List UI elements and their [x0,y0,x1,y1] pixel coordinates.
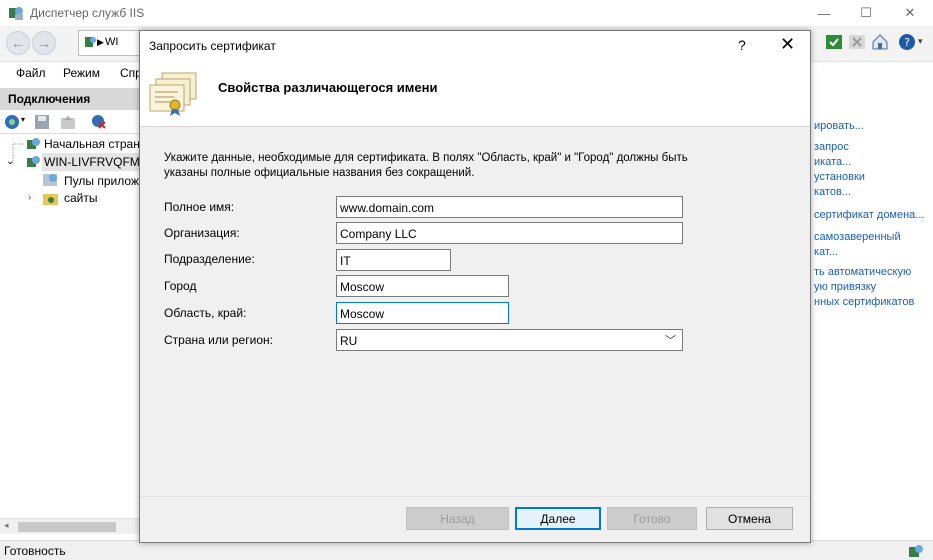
connect-icon[interactable] [4,114,20,130]
window-title: Диспетчер служб IIS [30,6,145,20]
status-server-icon [909,545,923,557]
full-name-label: Полное имя: [164,200,235,214]
menu-view[interactable]: Режим [63,66,100,80]
chevron-right-icon: ▶ [97,37,104,47]
action-link[interactable]: ть автоматическую [814,266,911,278]
dialog-help-button[interactable]: ? [738,37,746,53]
help-dropdown-icon[interactable]: ▾ [918,36,923,47]
collapse-chevron-icon[interactable]: ⌄ [6,156,14,167]
forward-nav-button[interactable]: → [32,31,56,55]
department-label: Подразделение: [164,252,255,266]
iis-app-icon [9,7,23,20]
save-icon[interactable] [34,114,50,130]
back-nav-button[interactable]: ← [6,31,30,55]
cancel-button[interactable]: Отмена [706,507,793,530]
window-close-button[interactable]: ✕ [889,0,931,26]
actions-pane: ировать... запрос иката... установки кат… [810,88,933,534]
connect-dropdown-icon[interactable]: ▾ [21,115,25,124]
scrollbar-thumb[interactable] [18,522,116,532]
city-input[interactable]: Moscow [336,275,509,297]
tree-item-server[interactable]: WIN-LIVFRVQFMK [42,153,140,171]
stop-icon[interactable] [848,33,866,51]
address-text: WI [105,36,119,48]
minimize-button[interactable]: — [803,0,845,26]
home-icon[interactable] [871,33,889,51]
next-button[interactable]: Далее [515,507,601,530]
dialog-titlebar: Запросить сертификат ? ✕ [140,31,810,61]
action-link[interactable]: ую привязку [814,281,876,293]
chevron-down-icon: ﹀ [665,335,676,347]
city-label: Город [164,279,197,293]
arrow-right-icon: → [37,35,51,51]
address-bar[interactable]: ▶ WI [78,30,148,56]
finish-button[interactable]: Готово [607,507,697,530]
server-icon [85,37,96,47]
tree-item-start-page[interactable]: Начальная стран [44,137,140,151]
up-level-icon[interactable] [60,114,76,130]
organization-label: Организация: [164,226,240,240]
full-name-input[interactable]: www.domain.com [336,196,683,218]
maximize-button[interactable]: ☐ [845,0,887,26]
sites-folder-icon [43,194,58,205]
dialog-close-button[interactable]: ✕ [780,34,795,55]
request-certificate-dialog: Запросить сертификат ? ✕ Свойства различ… [139,30,811,543]
action-link[interactable]: иката... [814,156,851,168]
department-input[interactable]: IT [336,249,451,271]
delete-connection-icon[interactable] [91,114,107,130]
refresh-icon[interactable] [825,33,843,51]
server-node-icon [27,156,40,167]
action-link[interactable]: ировать... [814,120,864,132]
connections-toolbar: ▾ [0,110,140,134]
arrow-left-icon: ← [11,35,25,51]
certificate-icon [149,72,197,116]
connections-hscrollbar[interactable]: ◂ [0,518,140,534]
country-label: Страна или регион: [164,333,273,347]
dialog-heading: Свойства различающегося имени [218,80,438,95]
app-pools-icon [43,174,57,186]
dialog-title: Запросить сертификат [149,39,276,53]
action-link[interactable]: нных сертификатов [814,296,914,308]
expand-chevron-icon[interactable]: › [28,192,31,203]
status-bar: Готовность [0,540,933,560]
action-link[interactable]: установки [814,171,865,183]
action-link[interactable]: сертификат домена... [814,209,924,221]
svg-text:?: ? [904,36,910,49]
scroll-left-icon[interactable]: ◂ [4,520,9,531]
status-text: Готовность [4,544,66,558]
action-link[interactable]: самозаверенный [814,231,901,243]
start-page-icon [27,138,40,149]
back-button[interactable]: Назад [406,507,509,530]
connections-header: Подключения [0,88,140,110]
tree-item-sites[interactable]: сайты [64,191,98,205]
organization-input[interactable]: Company LLC [336,222,683,244]
country-select[interactable]: RU ﹀ [336,329,683,351]
dialog-header: Свойства различающегося имени [140,61,810,127]
action-link[interactable]: запрос [814,141,849,153]
dialog-footer-divider [140,496,810,497]
menu-file[interactable]: Файл [16,66,46,80]
connections-tree: Начальная стран ⌄ WIN-LIVFRVQFMK Пулы пр… [0,134,140,518]
dialog-description: Укажите данные, необходимые для сертифик… [164,152,688,179]
country-select-value: RU [340,334,358,348]
region-label: Область, край: [164,306,247,320]
tree-item-app-pools[interactable]: Пулы прилож [64,174,139,188]
window-titlebar: Диспетчер служб IIS — ☐ ✕ [0,0,933,26]
action-link[interactable]: кат... [814,246,838,258]
action-link[interactable]: катов... [814,186,851,198]
region-input[interactable]: Moscow [336,302,509,324]
help-icon[interactable]: ? [898,33,916,51]
